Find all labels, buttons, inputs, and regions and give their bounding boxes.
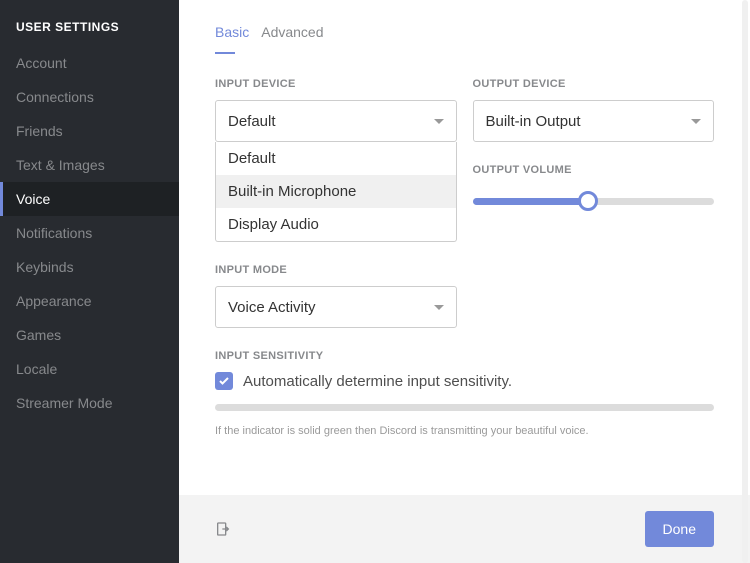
auto-sensitivity-checkbox[interactable] (215, 372, 233, 390)
chevron-down-icon (434, 305, 444, 310)
input-device-value: Default (228, 113, 276, 130)
slider-thumb[interactable] (578, 191, 598, 211)
tab-basic[interactable]: Basic (215, 24, 249, 54)
input-device-option-display-audio[interactable]: Display Audio (216, 208, 456, 241)
sidebar-item-locale[interactable]: Locale (0, 352, 179, 386)
sidebar-item-games[interactable]: Games (0, 318, 179, 352)
input-device-dropdown: Default Built-in Microphone Display Audi… (215, 142, 457, 242)
input-mode-value: Voice Activity (228, 299, 316, 316)
sidebar-item-text-images[interactable]: Text & Images (0, 148, 179, 182)
input-device-select[interactable]: Default (215, 100, 457, 142)
output-device-value: Built-in Output (486, 113, 581, 130)
output-device-select[interactable]: Built-in Output (473, 100, 715, 142)
output-volume-label: OUTPUT VOLUME (473, 164, 715, 176)
input-device-option-default[interactable]: Default (216, 142, 456, 175)
sidebar-item-voice[interactable]: Voice (0, 182, 179, 216)
output-device-label: OUTPUT DEVICE (473, 78, 715, 90)
output-volume-slider[interactable] (473, 186, 715, 216)
sidebar-item-appearance[interactable]: Appearance (0, 284, 179, 318)
logout-icon[interactable] (215, 521, 231, 537)
sidebar: USER SETTINGS Account Connections Friend… (0, 0, 179, 563)
sidebar-item-notifications[interactable]: Notifications (0, 216, 179, 250)
main: Basic Advanced INPUT DEVICE Default Defa… (179, 0, 750, 563)
chevron-down-icon (434, 119, 444, 124)
sidebar-item-keybinds[interactable]: Keybinds (0, 250, 179, 284)
input-sensitivity-label: INPUT SENSITIVITY (215, 350, 714, 362)
check-icon (218, 375, 230, 387)
done-button[interactable]: Done (645, 511, 714, 547)
slider-fill (473, 198, 589, 205)
tab-advanced[interactable]: Advanced (261, 24, 323, 54)
sensitivity-hint: If the indicator is solid green then Dis… (215, 425, 714, 437)
sidebar-item-friends[interactable]: Friends (0, 114, 179, 148)
sidebar-item-connections[interactable]: Connections (0, 80, 179, 114)
footer: Done (179, 495, 750, 563)
auto-sensitivity-label: Automatically determine input sensitivit… (243, 373, 512, 390)
sidebar-item-account[interactable]: Account (0, 46, 179, 80)
input-mode-select[interactable]: Voice Activity (215, 286, 457, 328)
sensitivity-indicator (215, 404, 714, 411)
sidebar-title: USER SETTINGS (0, 20, 179, 46)
input-device-option-built-in-microphone[interactable]: Built-in Microphone (216, 175, 456, 208)
input-device-label: INPUT DEVICE (215, 78, 457, 90)
sidebar-item-streamer-mode[interactable]: Streamer Mode (0, 386, 179, 420)
chevron-down-icon (691, 119, 701, 124)
tabs: Basic Advanced (215, 24, 714, 54)
input-mode-label: INPUT MODE (215, 264, 457, 276)
